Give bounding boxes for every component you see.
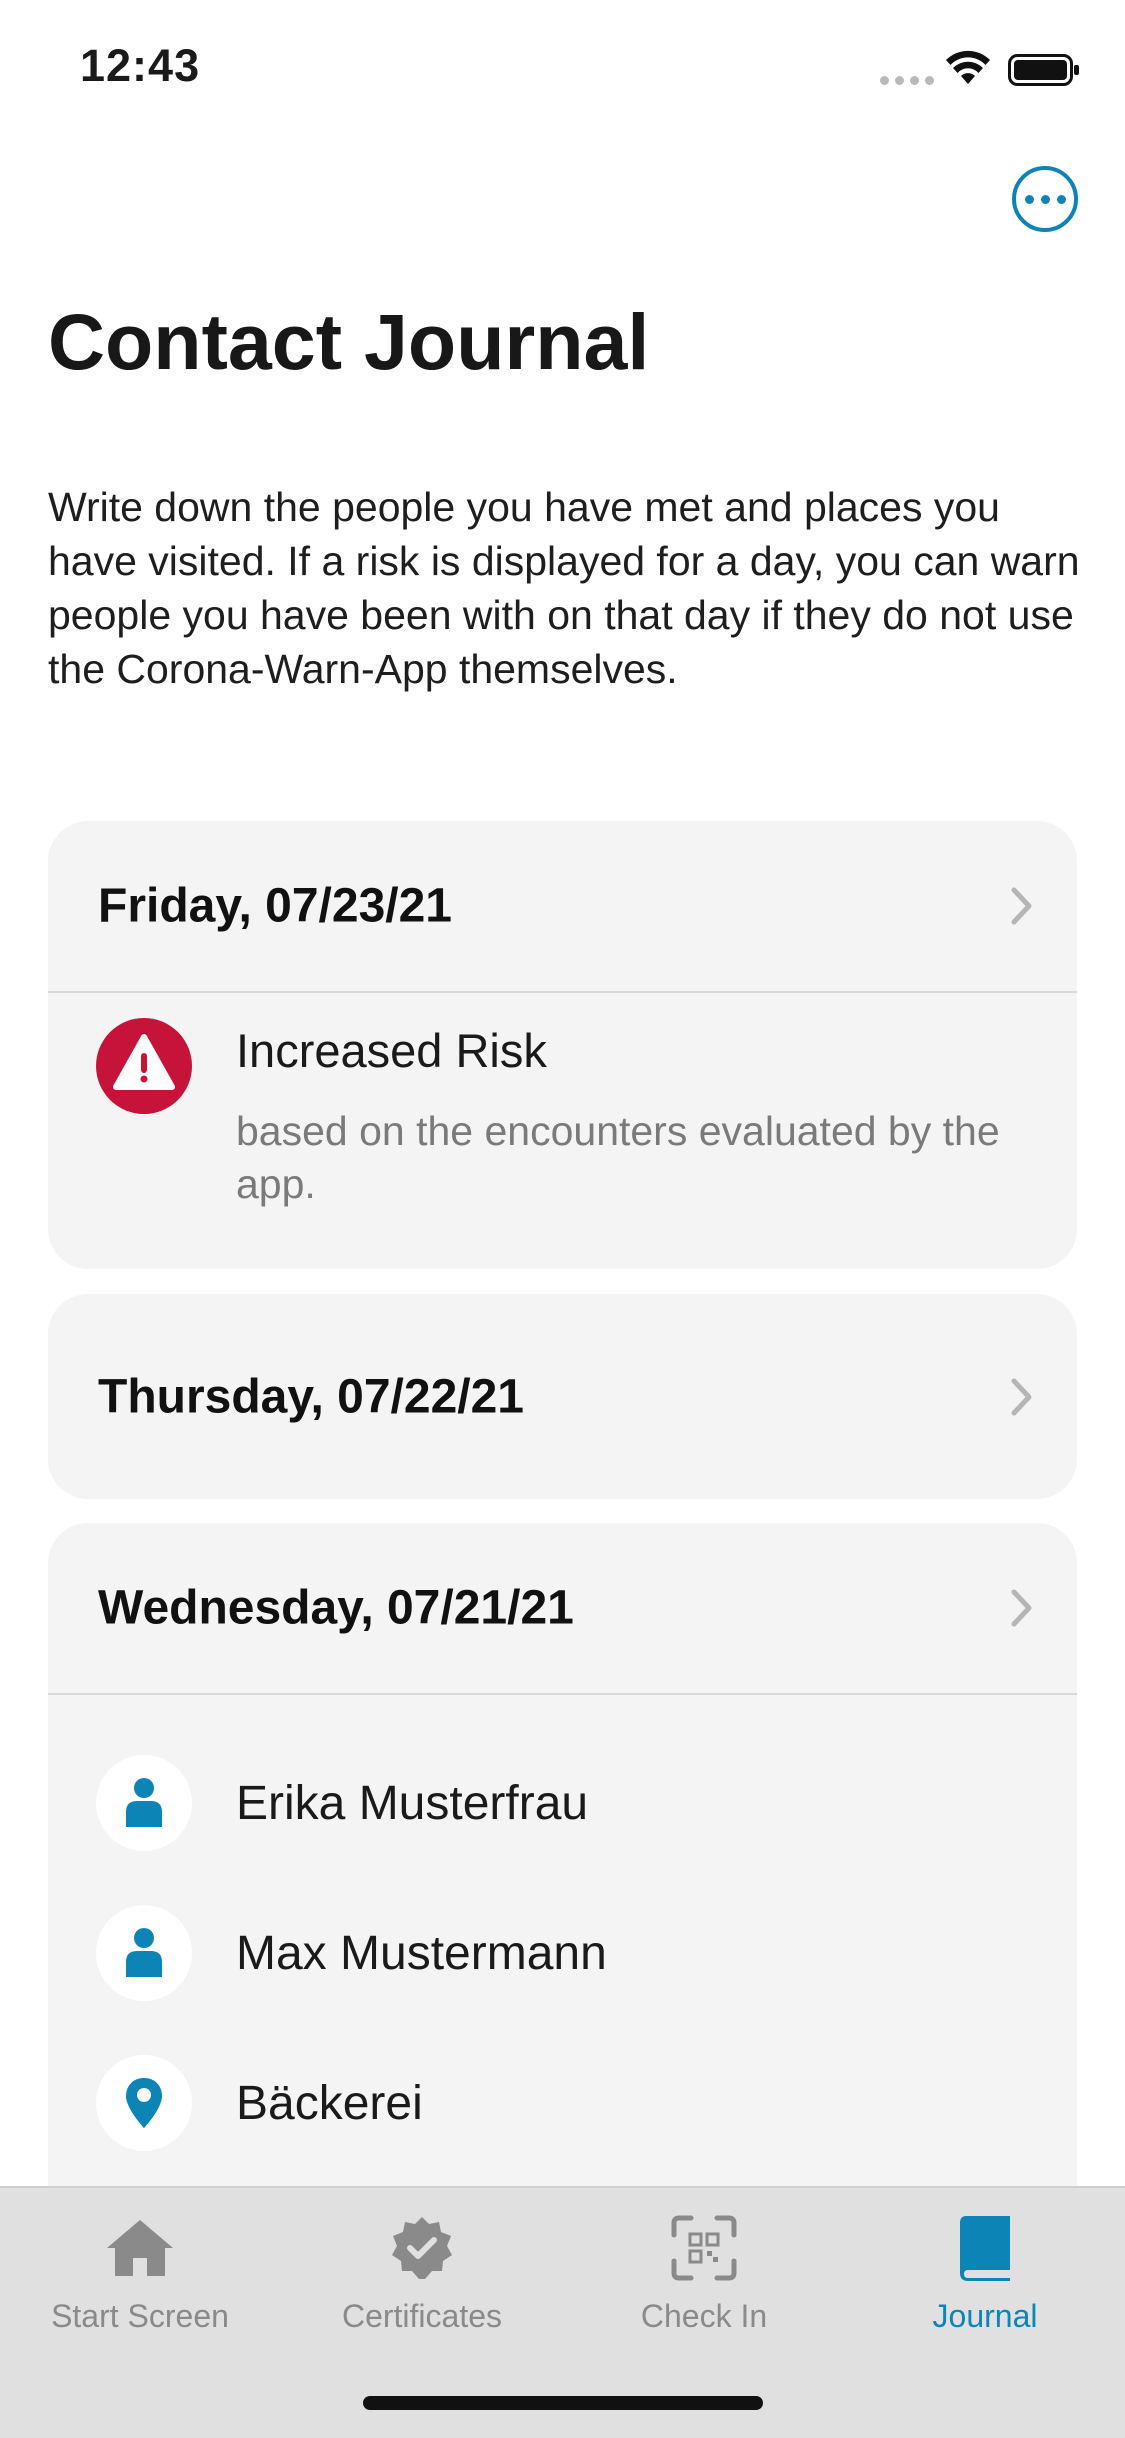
tab-certificates[interactable]: Certificates (282, 2208, 562, 2338)
day-date: Thursday, 07/22/21 (98, 1370, 524, 1423)
more-options-button[interactable] (1012, 166, 1078, 232)
day-header-thursday[interactable]: Thursday, 07/22/21 (48, 1294, 1077, 1499)
day-card-wednesday: Wednesday, 07/21/21 Erika Musterfrau Max… (48, 1523, 1077, 2223)
status-time: 12:43 (80, 40, 201, 91)
day-header-friday[interactable]: Friday, 07/23/21 (48, 821, 1077, 993)
home-icon (107, 2220, 173, 2276)
qr-scan-icon (671, 2215, 737, 2281)
chevron-right-icon (1011, 887, 1032, 925)
person-icon (126, 1778, 162, 1827)
page-title: Contact Journal (48, 297, 650, 386)
entry-label: Max Mustermann (236, 1926, 607, 1980)
wifi-icon (946, 50, 990, 84)
list-item: Bäckerei (96, 2053, 423, 2153)
certificate-badge-icon (392, 2217, 452, 2279)
list-item: Erika Musterfrau (96, 1753, 588, 1853)
day-card-thursday[interactable]: Thursday, 07/22/21 (48, 1294, 1077, 1499)
location-pin-icon (126, 2078, 162, 2128)
risk-info: Increased Risk based on the encounters e… (48, 993, 1077, 1269)
tab-label: Start Screen (51, 2298, 229, 2334)
risk-title: Increased Risk (236, 1024, 547, 1077)
battery-icon (1008, 54, 1079, 86)
tab-journal[interactable]: Journal (845, 2208, 1125, 2338)
tab-check-in[interactable]: Check In (564, 2208, 844, 2338)
risk-description: based on the encounters evaluated by the… (236, 1108, 1000, 1207)
warning-icon (96, 1018, 192, 1114)
entry-label: Bäckerei (236, 2076, 423, 2130)
tab-start-screen[interactable]: Start Screen (0, 2208, 280, 2338)
person-icon (126, 1928, 162, 1977)
cellular-signal-icon (880, 76, 934, 85)
day-header-wednesday[interactable]: Wednesday, 07/21/21 (48, 1523, 1077, 1695)
day-date: Wednesday, 07/21/21 (98, 1581, 574, 1635)
chevron-right-icon (1011, 1589, 1032, 1627)
home-indicator[interactable] (363, 2396, 763, 2410)
tab-label: Journal (932, 2298, 1038, 2334)
tab-label: Check In (640, 2298, 768, 2334)
chevron-right-icon (1011, 1378, 1032, 1415)
day-card-friday: Friday, 07/23/21 Increased Risk based on… (48, 821, 1077, 1269)
tab-bar: Start Screen Certificates Check In Journ… (0, 2186, 1125, 2438)
tab-label: Certificates (341, 2298, 503, 2334)
book-icon (960, 2216, 1010, 2281)
entry-label: Erika Musterfrau (236, 1776, 589, 1830)
list-item: Max Mustermann (96, 1903, 607, 2003)
journal-description: Write down the people you have met and p… (48, 484, 1080, 692)
day-date: Friday, 07/23/21 (98, 879, 452, 933)
status-bar: 12:43 (0, 0, 1125, 140)
ellipsis-circle-icon (1024, 194, 1034, 204)
